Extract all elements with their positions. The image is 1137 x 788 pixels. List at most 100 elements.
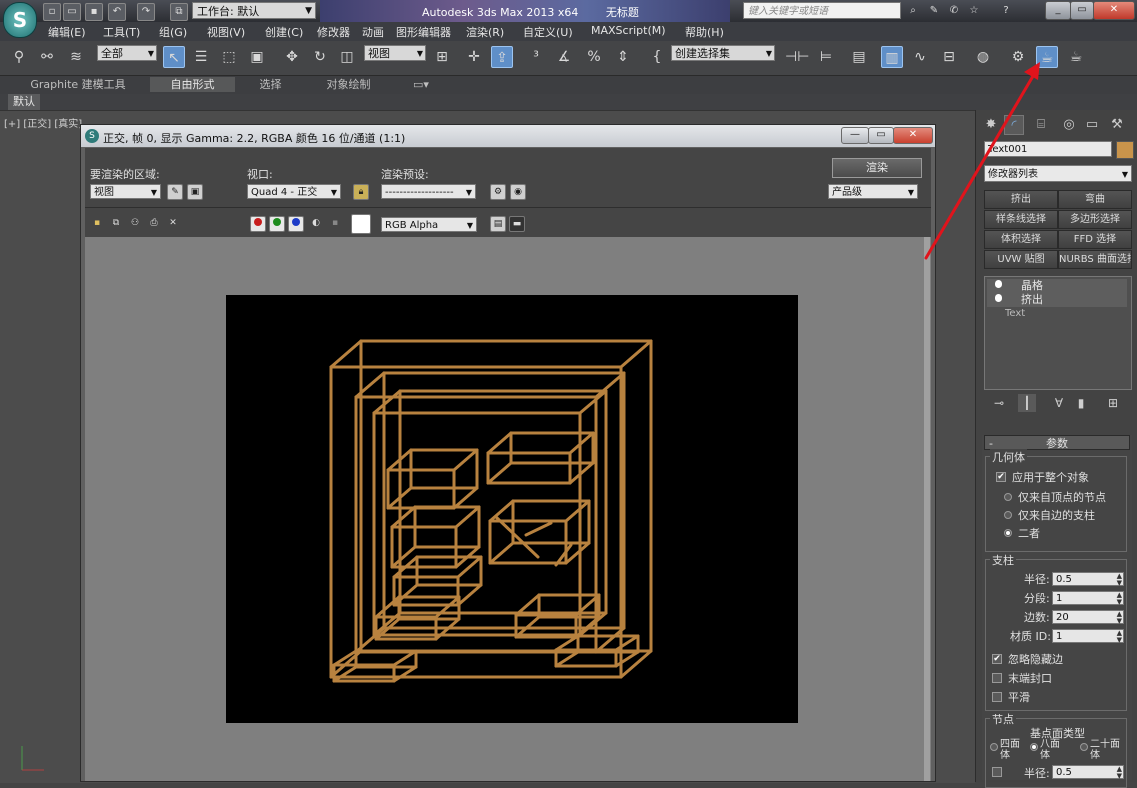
utilities-tab-icon[interactable]: ⚒ bbox=[1107, 115, 1127, 135]
configure-modifier-sets-icon[interactable]: ⊞ bbox=[1104, 394, 1122, 412]
menu-rendering[interactable]: 渲染(R) bbox=[466, 24, 504, 40]
workspace-dropdown[interactable]: 工作台: 默认 ▼ bbox=[192, 2, 316, 19]
pivot-center-icon[interactable]: ⊞ bbox=[431, 46, 453, 68]
menu-group[interactable]: 组(G) bbox=[159, 24, 187, 40]
menu-help[interactable]: 帮助(H) bbox=[685, 24, 724, 40]
redo-icon[interactable]: ↷ bbox=[137, 3, 155, 21]
save-file-icon[interactable]: ▪ bbox=[85, 3, 103, 21]
menu-create[interactable]: 创建(C) bbox=[265, 24, 303, 40]
scale-icon[interactable]: ◫ bbox=[336, 46, 358, 68]
print-image-icon[interactable]: ⎙ bbox=[147, 216, 161, 230]
spinner-arrows-icon[interactable]: ▲ ▼ bbox=[1117, 766, 1122, 780]
rect-selection-icon[interactable]: ⬚ bbox=[218, 46, 240, 68]
help-icon[interactable]: ? bbox=[998, 3, 1014, 19]
align-icon[interactable]: ⊨ bbox=[815, 46, 837, 68]
stack-item-lattice[interactable]: 晶格 bbox=[987, 279, 1127, 293]
spinner-snap-icon[interactable]: ⇕ bbox=[612, 46, 634, 68]
maximize-button[interactable]: ▭ bbox=[1070, 1, 1094, 20]
remove-modifier-icon[interactable]: ▮ bbox=[1072, 394, 1090, 412]
menu-edit[interactable]: 编辑(E) bbox=[48, 24, 86, 40]
rollout-header[interactable]: - 参数 bbox=[984, 435, 1130, 450]
snaps-toggle-icon[interactable]: ³ bbox=[525, 46, 547, 68]
render-window-maximize-button[interactable]: ▭ bbox=[868, 127, 894, 144]
monochrome-icon[interactable]: ▪ bbox=[328, 216, 342, 230]
reference-coordinate-dropdown[interactable]: 视图 ▼ bbox=[364, 45, 426, 61]
move-icon[interactable]: ✥ bbox=[281, 46, 303, 68]
render-setup-icon[interactable]: ⚙ bbox=[1007, 46, 1029, 68]
spinner-arrows-icon[interactable]: ▲ ▼ bbox=[1117, 630, 1122, 644]
create-tab-icon[interactable]: ✸ bbox=[981, 115, 1001, 135]
modifier-uvw-map-button[interactable]: UVW 贴图 bbox=[984, 250, 1058, 269]
hierarchy-tab-icon[interactable]: ⌸ bbox=[1031, 115, 1051, 135]
favorites-star-icon[interactable]: ☆ bbox=[966, 3, 982, 19]
percent-snap-icon[interactable]: % bbox=[583, 46, 605, 68]
object-color-swatch[interactable] bbox=[1116, 141, 1134, 159]
menu-tools[interactable]: 工具(T) bbox=[103, 24, 140, 40]
communication-icon[interactable]: ✆ bbox=[946, 3, 962, 19]
pin-stack-icon[interactable]: ⊸ bbox=[990, 394, 1008, 412]
spinner-arrows-icon[interactable]: ▲ ▼ bbox=[1117, 611, 1122, 625]
ribbon-default-tab[interactable]: 默认 bbox=[8, 94, 40, 110]
modifier-ffd-select-button[interactable]: FFD 选择 bbox=[1058, 230, 1132, 249]
area-to-render-dropdown[interactable]: 视图 ▼ bbox=[90, 184, 161, 199]
blue-channel-icon[interactable] bbox=[288, 216, 304, 232]
tab-object-paint[interactable]: 对象绘制 bbox=[306, 77, 391, 92]
unlink-icon[interactable]: ⚯ bbox=[36, 46, 58, 68]
viewport-label[interactable]: [+] [正交] [真实] bbox=[4, 115, 82, 130]
schematic-view-icon[interactable]: ⊟ bbox=[938, 46, 960, 68]
bind-space-warp-icon[interactable]: ≋ bbox=[65, 46, 87, 68]
search-input[interactable]: 键入关键字或短语 bbox=[743, 2, 901, 19]
render-window-titlebar[interactable]: S 正交, 帧 0, 显示 Gamma: 2.2, RGBA 颜色 16 位/通… bbox=[81, 125, 935, 147]
tab-graphite-modeling[interactable]: Graphite 建模工具 bbox=[8, 77, 148, 92]
modifier-list-dropdown[interactable]: 修改器列表 ▼ bbox=[984, 165, 1132, 182]
subscription-icon[interactable]: ✎ bbox=[926, 3, 942, 19]
material-editor-icon[interactable]: ◍ bbox=[972, 46, 994, 68]
modifier-spline-select-button[interactable]: 样条线选择 bbox=[984, 210, 1058, 229]
object-name-field[interactable]: Text001 bbox=[984, 141, 1112, 157]
angle-snap-icon[interactable]: ∡ bbox=[553, 46, 575, 68]
app-logo-icon[interactable]: S bbox=[3, 2, 37, 38]
mirror-icon[interactable]: ⊣⊢ bbox=[785, 46, 809, 68]
copy-image-icon[interactable]: ⧉ bbox=[109, 216, 123, 230]
edit-named-selection-icon[interactable]: { bbox=[646, 46, 668, 68]
modifier-nurbs-surface-select-button[interactable]: NURBS 曲面选择 bbox=[1058, 250, 1132, 269]
selection-filter-dropdown[interactable]: 全部 ▼ bbox=[97, 45, 157, 61]
stack-item-text[interactable]: Text bbox=[987, 307, 1127, 321]
joint-option-checkbox[interactable] bbox=[992, 767, 1002, 777]
save-image-icon[interactable]: ▪ bbox=[90, 216, 104, 230]
layer-manager-icon[interactable]: ▤ bbox=[848, 46, 870, 68]
lightbulb-icon[interactable] bbox=[995, 294, 1002, 302]
tab-freeform[interactable]: 自由形式 bbox=[150, 77, 235, 92]
select-object-icon[interactable]: ↖ bbox=[163, 46, 185, 68]
clear-icon[interactable]: ✕ bbox=[166, 216, 180, 230]
auto-region-icon[interactable]: ▣ bbox=[187, 184, 203, 200]
edit-region-icon[interactable]: ✎ bbox=[167, 184, 183, 200]
octa-radio[interactable] bbox=[1030, 743, 1038, 751]
render-preset-dropdown[interactable]: ------------------- ▼ bbox=[381, 184, 476, 199]
menu-animation[interactable]: 动画 bbox=[362, 24, 384, 40]
stack-item-extrude[interactable]: 挤出 bbox=[987, 293, 1127, 307]
minimize-button[interactable]: _ bbox=[1045, 1, 1071, 20]
menu-modifiers[interactable]: 修改器 bbox=[317, 24, 350, 40]
open-file-icon[interactable]: ▭ bbox=[63, 3, 81, 21]
binoculars-icon[interactable]: ⌕ bbox=[905, 3, 921, 19]
lock-viewport-icon[interactable]: 🔒︎ bbox=[353, 184, 369, 200]
strut-radius-spinner[interactable]: 0.5 ▲ ▼ bbox=[1052, 572, 1124, 587]
render-setup-small-icon[interactable]: ⚙ bbox=[490, 184, 506, 200]
apply-entire-object-checkbox[interactable]: ✔ bbox=[996, 472, 1006, 482]
select-by-name-icon[interactable]: ☰ bbox=[190, 46, 212, 68]
menu-customize[interactable]: 自定义(U) bbox=[523, 24, 573, 40]
ribbon-options-icon[interactable]: ▭▾ bbox=[405, 77, 437, 92]
spinner-arrows-icon[interactable]: ▲ ▼ bbox=[1117, 573, 1122, 587]
modifier-bend-button[interactable]: 弯曲 bbox=[1058, 190, 1132, 209]
modifier-extrude-button[interactable]: 挤出 bbox=[984, 190, 1058, 209]
menu-views[interactable]: 视图(V) bbox=[207, 24, 245, 40]
icosa-radio[interactable] bbox=[1080, 743, 1088, 751]
render-window-close-button[interactable]: ✕ bbox=[893, 127, 933, 144]
toggle-ui-overlay-icon[interactable]: ▤ bbox=[490, 216, 506, 232]
show-end-result-icon[interactable]: ┃ bbox=[1018, 394, 1036, 412]
environment-effects-icon[interactable]: ◉ bbox=[510, 184, 526, 200]
strut-sides-spinner[interactable]: 20 ▲ ▼ bbox=[1052, 610, 1124, 625]
modifier-volume-select-button[interactable]: 体积选择 bbox=[984, 230, 1058, 249]
joint-radius-spinner[interactable]: 0.5 ▲ ▼ bbox=[1052, 765, 1124, 780]
